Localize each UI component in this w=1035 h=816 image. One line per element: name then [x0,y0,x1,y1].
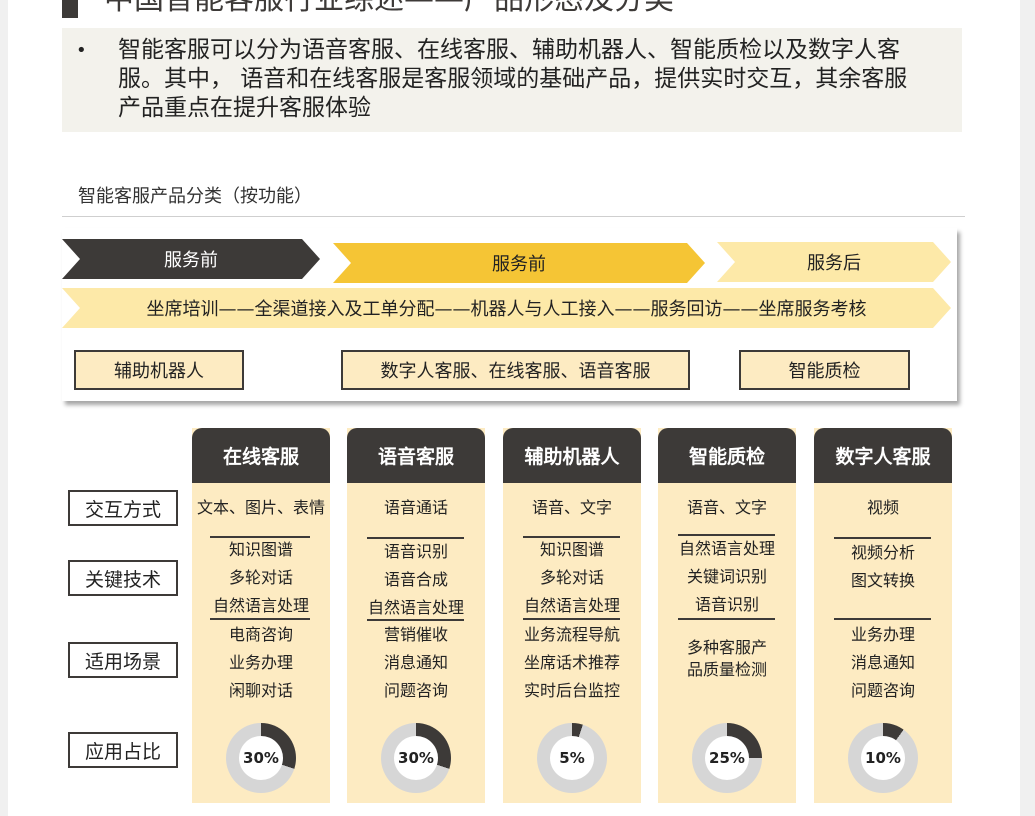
tech-item: 自然语言处理 [678,539,775,558]
stage-chevron-2: 服务前 [333,243,705,283]
share-label: 25% [709,749,745,767]
column-header: 辅助机器人 [503,428,641,483]
divider [523,618,620,620]
product-column-voice: 语音客服 语音通话 语音识别 语音合成 自然语言处理 营销催收 消息通知 问题咨… [347,428,485,803]
process-text: 坐席培训——全渠道接入及工单分配——机器人与人工接入——服务回访——坐席服务考核 [146,299,867,320]
divider [678,618,775,620]
scenario-item: 闲聊对话 [228,681,293,700]
product-column-digital-human: 数字人客服 视频 视频分析 图文转换 业务办理 消息通知 问题咨询 10% [814,428,952,803]
product-column-assist: 辅助机器人 语音、文字 知识图谱 多轮对话 自然语言处理 业务流程导航 坐席话术… [503,428,641,803]
page-title: 中国智能客服行业综述——产品形态及分类 [104,0,674,18]
share-label: 30% [243,749,279,767]
interaction-value: 视频 [866,498,899,517]
tech-item: 图文转换 [850,571,915,590]
bullet-icon: • [76,40,87,61]
tech-item: 语音识别 [694,595,759,614]
scenario-item: 业务流程导航 [523,625,620,644]
divider [210,618,310,620]
tech-item: 视频分析 [850,543,915,562]
share-label: 10% [865,749,901,767]
box-core-services: 数字人客服、在线客服、语音客服 [341,350,690,390]
scenario-item: 消息通知 [850,653,915,672]
row-label-tech: 关键技术 [68,560,178,596]
scenario-item: 业务办理 [228,653,293,672]
tech-item: 关键词识别 [686,567,767,586]
share-label: 30% [398,749,434,767]
column-header: 语音客服 [347,428,485,483]
product-column-quality: 智能质检 语音、文字 自然语言处理 关键词识别 语音识别 多种客服产 品质量检测… [658,428,796,803]
tech-item: 知识图谱 [539,540,604,559]
interaction-value: 语音通话 [383,498,448,517]
tech-item: 知识图谱 [228,540,293,559]
tech-item: 语音识别 [383,542,448,561]
scenario-item: 问题咨询 [383,681,448,700]
scenario-item: 营销催收 [383,625,448,644]
column-header: 智能质检 [658,428,796,483]
scenario-item: 坐席话术推荐 [523,653,620,672]
share-label: 5% [559,749,585,767]
column-header: 在线客服 [192,428,330,483]
tech-item: 多轮对话 [539,568,604,587]
tech-item: 自然语言处理 [212,596,309,615]
divider [834,618,931,620]
row-label-interaction: 交互方式 [68,490,178,526]
title-marker [62,0,78,18]
process-arrow: 坐席培训——全渠道接入及工单分配——机器人与人工接入——服务回访——坐席服务考核 [62,288,951,328]
scenario-item: 业务办理 [850,625,915,644]
interaction-value: 语音、文字 [531,498,612,517]
summary-text: 智能客服可以分为语音客服、在线客服、辅助机器人、智能质检以及数字人客服。其中， … [118,37,908,121]
share-donut: 30% [226,723,296,793]
tech-item: 多轮对话 [228,568,293,587]
box-quality-check: 智能质检 [739,350,910,390]
box-assist-robot: 辅助机器人 [74,350,244,390]
scenario-item: 消息通知 [383,653,448,672]
share-donut: 25% [692,723,762,793]
stage-chevron-3: 服务后 [717,242,951,282]
stage-label-3: 服务后 [807,253,861,274]
share-donut: 30% [381,723,451,793]
scenario-item: 多种客服产 [686,638,767,657]
section-divider [62,216,965,217]
stage-label-1: 服务前 [164,250,218,271]
stage-chevron-1: 服务前 [62,239,320,279]
scenario-item: 实时后台监控 [523,681,620,700]
row-label-scenario: 适用场景 [68,642,178,678]
column-header: 数字人客服 [814,428,952,483]
tech-item: 自然语言处理 [523,596,620,615]
share-donut: 5% [537,723,607,793]
scenario-item: 品质量检测 [686,660,767,679]
tech-item: 自然语言处理 [367,598,464,617]
scenario-item: 问题咨询 [850,681,915,700]
product-column-online: 在线客服 文本、图片、表情 知识图谱 多轮对话 自然语言处理 电商咨询 业务办理… [192,428,330,803]
interaction-value: 文本、图片、表情 [196,498,325,517]
tech-item: 语音合成 [383,570,448,589]
share-donut: 10% [848,723,918,793]
section-title: 智能客服产品分类（按功能） [78,186,312,207]
interaction-value: 语音、文字 [686,498,767,517]
stage-label-2: 服务前 [492,254,546,275]
scenario-item: 电商咨询 [228,625,293,644]
row-label-share: 应用占比 [68,732,178,768]
